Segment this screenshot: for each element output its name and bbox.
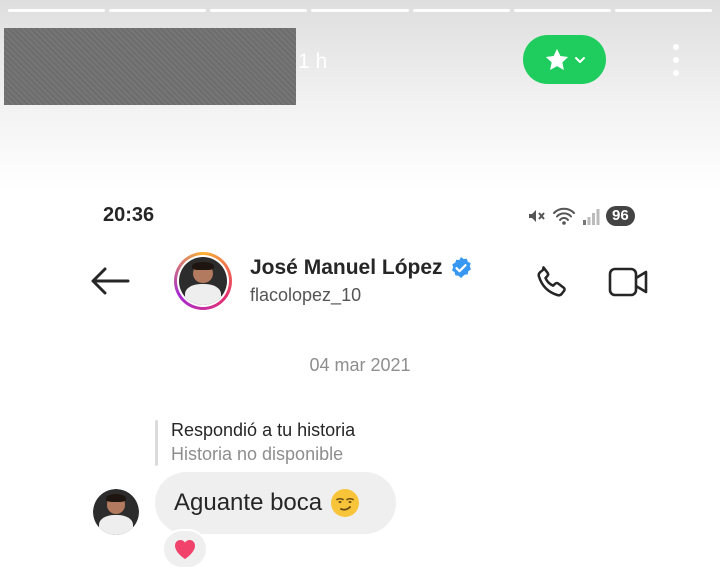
story-progress-bar bbox=[8, 9, 712, 12]
verified-badge-icon bbox=[451, 257, 471, 278]
message-text: Aguante boca bbox=[174, 489, 323, 516]
heart-icon bbox=[175, 540, 195, 559]
battery-indicator: 96 bbox=[606, 206, 635, 226]
progress-segment bbox=[311, 9, 409, 12]
contact-username: flacolopez_10 bbox=[250, 285, 362, 305]
signal-icon bbox=[583, 209, 600, 225]
more-vertical-icon[interactable] bbox=[664, 40, 688, 80]
chevron-down-icon bbox=[575, 56, 585, 63]
wifi-icon bbox=[553, 207, 575, 225]
story-overlay: 1 h bbox=[0, 0, 720, 190]
back-arrow-icon[interactable] bbox=[90, 266, 130, 296]
smirk-emoji-icon bbox=[331, 489, 360, 517]
story-time-ago: 1 h bbox=[298, 50, 328, 73]
progress-segment bbox=[109, 9, 207, 12]
progress-segment bbox=[513, 9, 611, 12]
redacted-username bbox=[4, 28, 296, 105]
phone-icon[interactable] bbox=[533, 263, 571, 301]
mute-icon bbox=[529, 210, 545, 222]
progress-segment bbox=[412, 9, 510, 12]
contact-avatar[interactable] bbox=[174, 252, 232, 310]
sender-avatar[interactable] bbox=[93, 489, 139, 535]
progress-segment bbox=[210, 9, 308, 12]
message-reaction[interactable] bbox=[162, 529, 208, 569]
close-friends-button[interactable] bbox=[523, 35, 606, 84]
status-bar-time: 20:36 bbox=[103, 204, 155, 226]
video-call-icon[interactable] bbox=[608, 265, 650, 299]
star-icon bbox=[545, 48, 569, 70]
story-reply-title: Respondió a tu historia bbox=[171, 420, 356, 440]
contact-name[interactable]: José Manuel López bbox=[250, 256, 473, 280]
reply-indicator-bar bbox=[155, 420, 158, 466]
story-reply-subtitle: Historia no disponible bbox=[171, 444, 344, 464]
date-separator: 04 mar 2021 bbox=[309, 355, 411, 375]
contact-name-label: José Manuel López bbox=[250, 256, 443, 279]
progress-segment bbox=[614, 9, 712, 12]
status-bar-icons: 96 bbox=[526, 204, 635, 228]
progress-segment bbox=[8, 9, 106, 12]
message-bubble[interactable]: Aguante boca bbox=[155, 472, 396, 534]
